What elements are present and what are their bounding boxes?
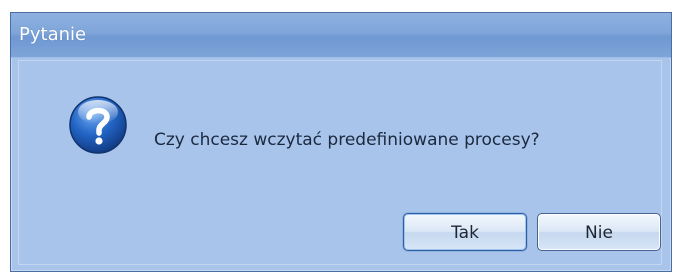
dialog-message: Czy chcesz wczytać predefiniowane proces… xyxy=(154,130,540,150)
no-button[interactable]: Nie xyxy=(537,213,661,251)
question-dialog: Pytanie Czy chcesz wczytać predefiniowan… xyxy=(10,12,672,272)
question-icon xyxy=(69,96,127,154)
title-bar[interactable]: Pytanie xyxy=(11,13,671,58)
dialog-title: Pytanie xyxy=(19,24,87,45)
yes-button[interactable]: Tak xyxy=(403,213,527,251)
